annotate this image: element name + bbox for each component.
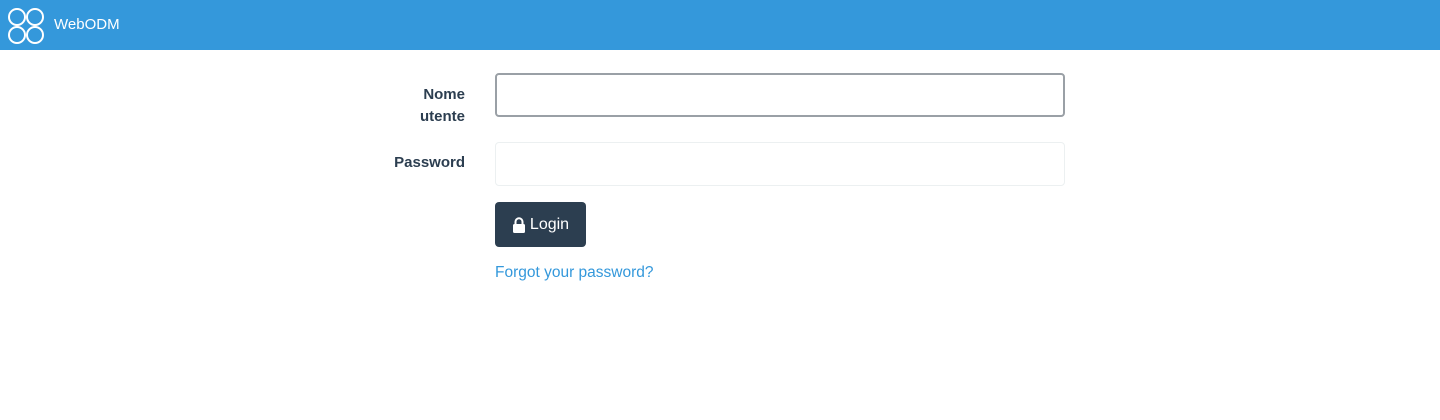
- login-label: Login: [529, 215, 570, 233]
- forgot-password-link[interactable]: Forgot your password?: [495, 262, 654, 284]
- webodm-logo-icon[interactable]: [7, 7, 45, 45]
- navbar: WebODM: [0, 0, 1440, 50]
- password-input[interactable]: [495, 142, 1065, 186]
- login-button[interactable]: Login: [495, 202, 586, 247]
- lock-icon: [512, 216, 525, 233]
- password-label: Password: [394, 154, 465, 171]
- username-label: Nome utente: [420, 86, 465, 125]
- username-input[interactable]: [495, 73, 1065, 117]
- brand-link[interactable]: WebODM: [54, 15, 120, 35]
